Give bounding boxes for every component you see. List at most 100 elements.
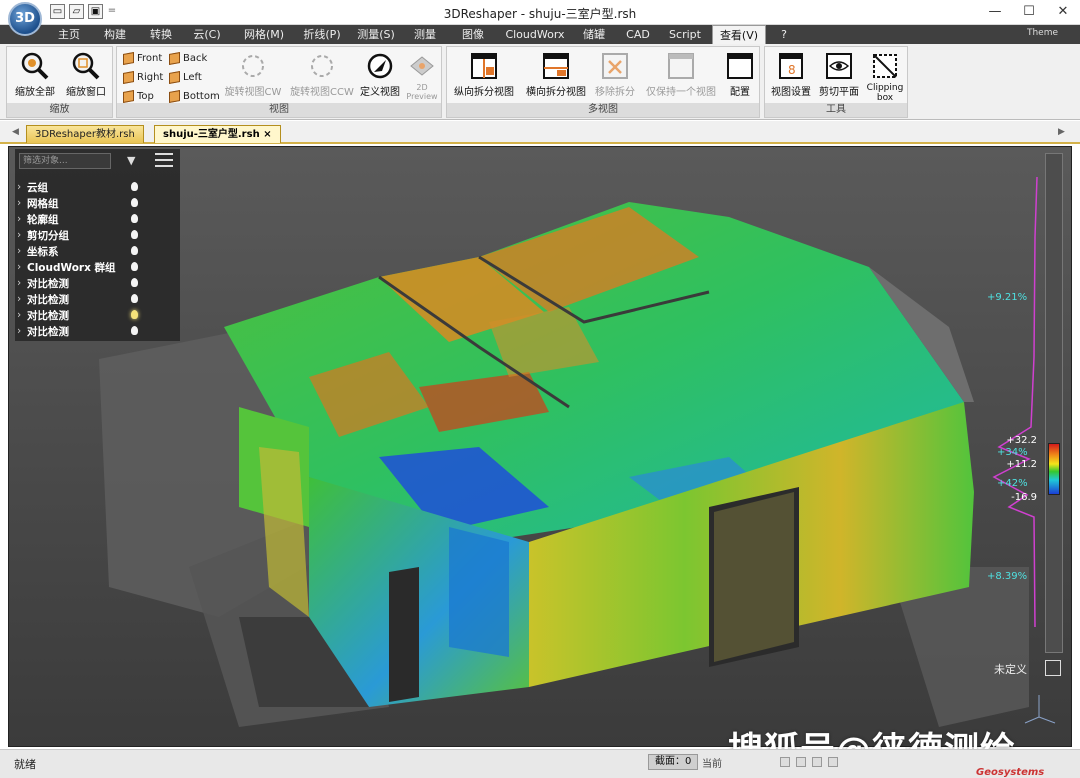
bottom-label: Bottom bbox=[183, 91, 220, 102]
hamburger-menu-icon[interactable] bbox=[155, 153, 173, 167]
tree-item-cut-group[interactable]: › 剪切分组 bbox=[17, 227, 177, 243]
keep-one-view-button[interactable]: 仅保持一个视图 bbox=[641, 51, 721, 98]
menu-cad[interactable]: CAD bbox=[618, 25, 658, 44]
menu-build[interactable]: 构建 bbox=[92, 25, 138, 44]
left-view-button[interactable]: Left bbox=[169, 71, 202, 84]
menu-cloud[interactable]: 云(C) bbox=[184, 25, 230, 44]
app-logo[interactable]: 3D bbox=[8, 2, 42, 36]
view-settings-button[interactable]: 8 视图设置 bbox=[767, 51, 815, 98]
front-view-button[interactable]: Front bbox=[123, 52, 162, 65]
chevron-right-icon[interactable]: › bbox=[17, 309, 27, 321]
visibility-bulb-icon[interactable] bbox=[131, 230, 138, 239]
rotate-ccw-button[interactable]: 旋转视图CCW bbox=[287, 51, 357, 98]
remove-split-icon bbox=[602, 53, 628, 79]
config-button[interactable]: 配置 bbox=[723, 51, 757, 98]
theme-menu[interactable]: Theme bbox=[1027, 28, 1058, 38]
undefined-checkbox[interactable] bbox=[1045, 660, 1061, 676]
menu-measure[interactable]: 测量 bbox=[404, 25, 446, 44]
tree-item-inspection-1[interactable]: › 对比检测 bbox=[17, 275, 177, 291]
clipping-box-button[interactable]: Clipping box bbox=[863, 51, 907, 103]
window-opening bbox=[389, 567, 419, 702]
chevron-right-icon[interactable]: › bbox=[17, 197, 27, 209]
cube-icon bbox=[169, 52, 180, 65]
close-tab-icon[interactable]: × bbox=[263, 129, 271, 140]
tree-item-profile-group[interactable]: › 轮廓组 bbox=[17, 211, 177, 227]
tools-group-label: 工具 bbox=[765, 103, 907, 117]
tab-scroll-left-icon[interactable]: ◀ bbox=[12, 127, 19, 137]
visibility-bulb-icon[interactable] bbox=[131, 326, 138, 335]
menu-polyline[interactable]: 折线(P) bbox=[296, 25, 348, 44]
snap-icon[interactable] bbox=[780, 757, 790, 767]
menu-view[interactable]: 查看(V) bbox=[712, 25, 766, 44]
tree-item-inspection-2[interactable]: › 对比检测 bbox=[17, 291, 177, 307]
menu-tank[interactable]: 储罐 bbox=[574, 25, 614, 44]
left-label: Left bbox=[183, 72, 202, 83]
svg-text:8: 8 bbox=[788, 63, 796, 77]
filter-objects-input[interactable]: 筛选对象... bbox=[19, 153, 111, 169]
menu-help[interactable]: ? bbox=[770, 25, 798, 44]
clip-plane-button[interactable]: 剪切平面 bbox=[815, 51, 863, 98]
visibility-bulb-icon[interactable] bbox=[131, 214, 138, 223]
bottom-view-button[interactable]: Bottom bbox=[169, 90, 220, 103]
vertical-split-button[interactable]: 纵向拆分视图 bbox=[449, 51, 519, 98]
tab-doc-shuju[interactable]: shuju-三室户型.rsh × bbox=[154, 125, 281, 143]
menu-image[interactable]: 图像 bbox=[450, 25, 496, 44]
filter-icon[interactable]: ▼ bbox=[127, 154, 137, 167]
tab-doc-textbook[interactable]: 3DReshaper教材.rsh bbox=[26, 125, 144, 143]
menu-script[interactable]: Script bbox=[662, 25, 708, 44]
grid-icon[interactable] bbox=[796, 757, 806, 767]
chevron-right-icon[interactable]: › bbox=[17, 277, 27, 289]
tree-item-coordinate-system[interactable]: › 坐标系 bbox=[17, 243, 177, 259]
preview-2d-button[interactable]: 2D Preview bbox=[405, 51, 439, 101]
zoom-all-button[interactable]: 缩放全部 bbox=[11, 51, 59, 98]
rotate-cw-button[interactable]: 旋转视图CW bbox=[221, 51, 285, 98]
minimize-button[interactable]: — bbox=[978, 0, 1012, 24]
chevron-right-icon[interactable]: › bbox=[17, 229, 27, 241]
visibility-bulb-icon[interactable] bbox=[131, 262, 138, 271]
tree-item-inspection-3[interactable]: › 对比检测 bbox=[17, 307, 177, 323]
section-count[interactable]: 截面：0 bbox=[648, 754, 699, 770]
tree-item-mesh-group[interactable]: › 网格组 bbox=[17, 195, 177, 211]
menu-mesh[interactable]: 网格(M) bbox=[234, 25, 294, 44]
menu-home[interactable]: 主页 bbox=[48, 25, 90, 44]
zoom-window-button[interactable]: 缩放窗口 bbox=[61, 51, 111, 98]
tab-scroll-right-icon[interactable]: ▶ bbox=[1058, 127, 1065, 137]
visibility-bulb-icon[interactable] bbox=[131, 278, 138, 287]
status-text: 就绪 bbox=[14, 758, 36, 771]
zoom-window-icon bbox=[72, 52, 100, 80]
color-scale-bar[interactable] bbox=[1048, 443, 1060, 495]
lock-icon[interactable] bbox=[812, 757, 822, 767]
horizontal-split-label: 横向拆分视图 bbox=[526, 87, 586, 98]
tree-item-cloud-group[interactable]: › 云组 bbox=[17, 179, 177, 195]
remove-split-button[interactable]: 移除拆分 bbox=[591, 51, 639, 98]
visibility-bulb-icon[interactable] bbox=[131, 198, 138, 207]
3d-viewport[interactable]: 筛选对象... ▼ › 云组 › 网格组 › 轮廓组 › 剪切分组 › 坐标系 › Clou… bbox=[8, 146, 1072, 747]
menu-convert[interactable]: 转换 bbox=[140, 25, 182, 44]
menu-measure-s[interactable]: 测量(S) bbox=[350, 25, 402, 44]
visibility-bulb-icon[interactable] bbox=[131, 294, 138, 303]
chevron-right-icon[interactable]: › bbox=[17, 325, 27, 337]
chevron-right-icon[interactable]: › bbox=[17, 213, 27, 225]
chevron-right-icon[interactable]: › bbox=[17, 293, 27, 305]
tree-item-cloudworx-group[interactable]: › CloudWorx 群组 bbox=[17, 259, 177, 275]
maximize-button[interactable]: ☐ bbox=[1012, 0, 1046, 24]
visibility-bulb-active-icon[interactable] bbox=[131, 310, 138, 319]
close-button[interactable]: ✕ bbox=[1046, 0, 1080, 24]
horizontal-split-button[interactable]: 横向拆分视图 bbox=[521, 51, 591, 98]
chevron-right-icon[interactable]: › bbox=[17, 261, 27, 273]
chevron-right-icon[interactable]: › bbox=[17, 245, 27, 257]
back-view-button[interactable]: Back bbox=[169, 52, 207, 65]
tree-item-inspection-4[interactable]: › 对比检测 bbox=[17, 323, 177, 339]
tree-item-label: 对比检测 bbox=[27, 277, 69, 290]
right-view-button[interactable]: Right bbox=[123, 71, 163, 84]
define-view-button[interactable]: 定义视图 bbox=[357, 51, 403, 98]
menu-cloudworx[interactable]: CloudWorx bbox=[500, 25, 570, 44]
zoom-all-label: 缩放全部 bbox=[15, 87, 55, 98]
window-title: 3DReshaper - shuju-三室户型.rsh bbox=[443, 7, 637, 21]
top-view-button[interactable]: Top bbox=[123, 90, 154, 103]
tree-item-label: 对比检测 bbox=[27, 309, 69, 322]
visibility-bulb-icon[interactable] bbox=[131, 246, 138, 255]
chevron-right-icon[interactable]: › bbox=[17, 181, 27, 193]
visibility-bulb-icon[interactable] bbox=[131, 182, 138, 191]
ortho-icon[interactable] bbox=[828, 757, 838, 767]
